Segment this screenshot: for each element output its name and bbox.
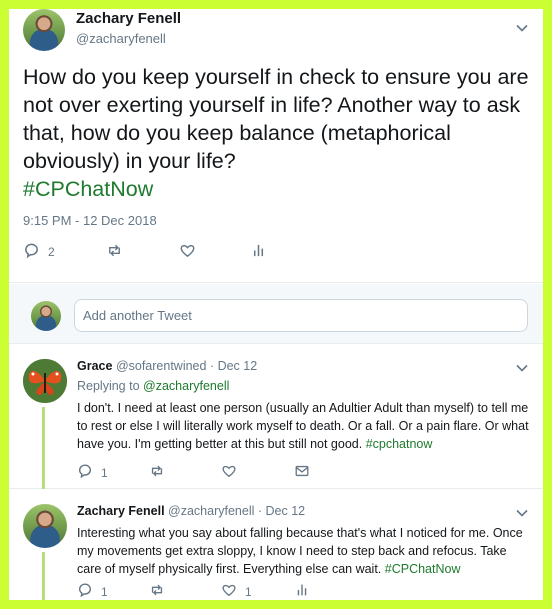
author-avatar[interactable] — [23, 9, 65, 51]
reply-tweet[interactable]: Zachary Fenell @zacharyfenell · Dec 12 I… — [9, 490, 543, 600]
reply-author-avatar[interactable] — [23, 359, 67, 403]
retweet-icon — [149, 463, 165, 482]
reply-button[interactable]: 2 — [23, 242, 55, 262]
like-count: 1 — [245, 584, 252, 599]
reply-actions: 1 1 — [77, 582, 377, 600]
reply-date[interactable]: · Dec 12 — [210, 359, 257, 373]
replying-to-link[interactable]: @zacharyfenell — [143, 379, 229, 393]
add-tweet-input[interactable] — [74, 299, 528, 332]
reply-body: I don't. I need at least one person (usu… — [77, 401, 529, 451]
reply-header: Zachary Fenell @zacharyfenell · Dec 12 — [77, 504, 305, 518]
like-button[interactable] — [221, 463, 237, 482]
reply-text: Interesting what you say about falling b… — [77, 524, 529, 578]
reply-text: I don't. I need at least one person (usu… — [77, 399, 529, 453]
reply-icon — [77, 463, 93, 482]
main-tweet: Zachary Fenell @zacharyfenell How do you… — [9, 9, 543, 283]
reply-icon — [77, 582, 93, 600]
retweet-button[interactable] — [149, 582, 165, 600]
replying-to: Replying to @zacharyfenell — [77, 379, 229, 393]
hashtag-link[interactable]: #cpchatnow — [366, 437, 433, 451]
reply-count: 1 — [101, 465, 108, 480]
reply-tweet[interactable]: Grace @sofarentwined · Dec 12 Replying t… — [9, 345, 543, 489]
retweet-button[interactable] — [149, 463, 165, 482]
chevron-down-icon[interactable] — [515, 21, 529, 35]
thread-line — [42, 407, 45, 489]
hashtag-link[interactable]: #CPChatNow — [385, 562, 461, 576]
reply-header: Grace @sofarentwined · Dec 12 — [77, 359, 257, 373]
reply-author-avatar[interactable] — [23, 504, 67, 548]
chevron-down-icon[interactable] — [515, 361, 529, 375]
like-button[interactable] — [179, 242, 196, 262]
reply-button[interactable]: 1 — [77, 463, 108, 482]
butterfly-icon — [23, 359, 67, 403]
tweet-timestamp[interactable]: 9:15 PM - 12 Dec 2018 — [23, 213, 157, 228]
retweet-button[interactable] — [106, 242, 123, 262]
author-name[interactable]: Zachary Fenell — [76, 10, 181, 27]
reply-author-handle[interactable]: @sofarentwined — [116, 359, 207, 373]
reply-button[interactable]: 1 — [77, 582, 108, 600]
tweet-text: How do you keep yourself in check to ens… — [23, 63, 533, 203]
reply-author-name[interactable]: Zachary Fenell — [77, 504, 165, 518]
reply-author-name[interactable]: Grace — [77, 359, 112, 373]
analytics-icon — [250, 242, 267, 262]
tweet-body: How do you keep yourself in check to ens… — [23, 65, 529, 173]
reply-actions: 1 — [77, 463, 377, 481]
like-icon — [221, 582, 237, 600]
message-button[interactable] — [294, 463, 310, 482]
reply-composer — [9, 284, 543, 344]
analytics-button[interactable] — [250, 242, 267, 262]
analytics-icon — [294, 582, 310, 600]
like-icon — [179, 242, 196, 262]
tweet-card: Zachary Fenell @zacharyfenell How do you… — [9, 9, 543, 600]
retweet-icon — [149, 582, 165, 600]
reply-count: 1 — [101, 584, 108, 599]
retweet-icon — [106, 242, 123, 262]
reply-author-handle[interactable]: @zacharyfenell — [168, 504, 254, 518]
hashtag-link[interactable]: #CPChatNow — [23, 177, 153, 201]
reply-icon — [23, 242, 40, 262]
chevron-down-icon[interactable] — [515, 506, 529, 520]
reply-date[interactable]: · Dec 12 — [258, 504, 305, 518]
replying-to-label: Replying to — [77, 379, 140, 393]
analytics-button[interactable] — [294, 582, 310, 600]
thread-line — [42, 552, 45, 600]
author-handle[interactable]: @zacharyfenell — [76, 31, 166, 46]
user-avatar — [31, 301, 61, 331]
tweet-actions: 2 — [23, 242, 323, 262]
like-button[interactable]: 1 — [221, 582, 252, 600]
envelope-icon — [294, 463, 310, 482]
like-icon — [221, 463, 237, 482]
reply-count: 2 — [48, 245, 55, 259]
